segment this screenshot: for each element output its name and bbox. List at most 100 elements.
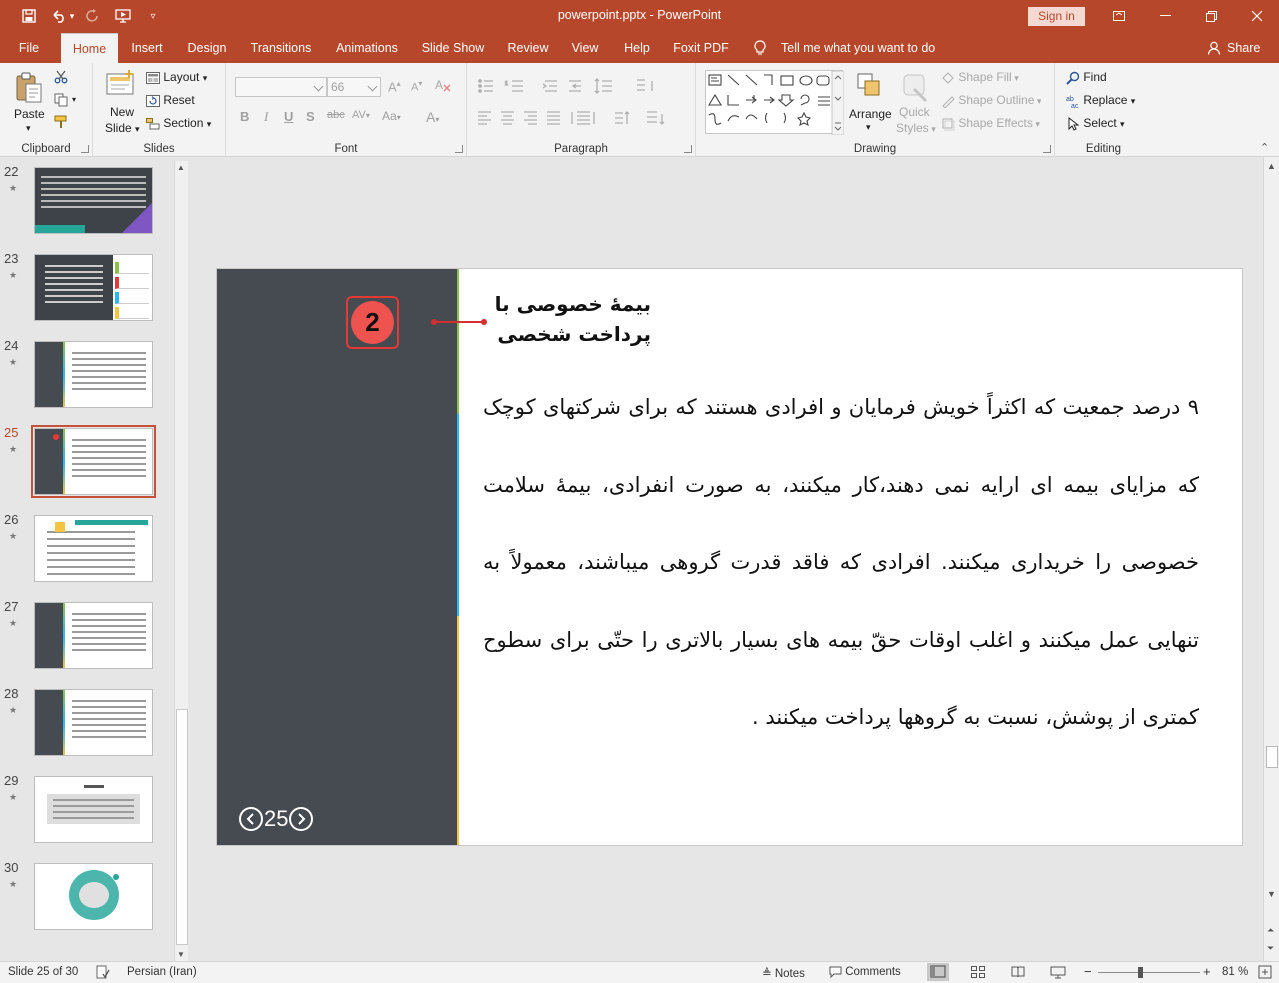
tell-me-search[interactable]: Tell me what you want to do — [781, 33, 935, 63]
paste-button[interactable]: Paste — [14, 107, 45, 121]
clear-formatting-icon[interactable]: A — [434, 77, 452, 96]
zoom-slider-handle[interactable] — [1138, 967, 1143, 978]
comments-button[interactable]: Comments — [829, 966, 901, 978]
zoom-in-icon[interactable]: + — [1203, 964, 1211, 979]
tab-design[interactable]: Design — [182, 33, 232, 63]
drawing-launcher-icon[interactable] — [1043, 145, 1051, 153]
shrink-font-icon[interactable]: A▾ — [411, 79, 422, 94]
scroll-down-icon[interactable]: ▼ — [1267, 889, 1276, 899]
scroll-down-icon[interactable]: ▼ — [177, 950, 185, 959]
slide-scroll-thumb[interactable] — [1266, 746, 1278, 768]
font-launcher-icon[interactable] — [455, 145, 463, 153]
minimize-icon[interactable] — [1153, 5, 1177, 27]
slide-thumbnail[interactable] — [31, 425, 156, 498]
shape-outline-button[interactable]: Shape Outline ▾ — [941, 93, 1041, 108]
quick-styles-label-1[interactable]: Quick — [899, 105, 930, 119]
paste-dropdown-icon[interactable]: ▾ — [26, 123, 31, 134]
tab-foxit-pdf[interactable]: Foxit PDF — [670, 33, 732, 63]
tab-transitions[interactable]: Transitions — [245, 33, 317, 63]
number-badge[interactable]: 2 — [346, 296, 399, 349]
current-slide[interactable]: 2 بیمۀ خصوصی با پرداخت شخصی ۹ درصد جمعیت… — [216, 268, 1243, 846]
tab-file[interactable]: File — [8, 33, 50, 63]
underline-icon[interactable]: U — [284, 109, 293, 124]
tab-view[interactable]: View — [567, 33, 603, 63]
thumbnail-scrollbar[interactable]: ▲ ▼ — [174, 161, 188, 961]
find-button[interactable]: Find — [1066, 70, 1107, 85]
font-size-combo[interactable]: 66 — [327, 77, 381, 97]
close-icon[interactable] — [1245, 5, 1269, 27]
new-slide-label-1[interactable]: New — [110, 105, 134, 119]
clipboard-launcher-icon[interactable] — [81, 145, 89, 153]
zoom-out-icon[interactable]: − — [1084, 964, 1092, 979]
tab-insert[interactable]: Insert — [126, 33, 168, 63]
next-slide-arrow-icon[interactable]: ⏷ — [1267, 943, 1274, 954]
normal-view-icon[interactable] — [927, 963, 949, 981]
slide-heading[interactable]: بیمۀ خصوصی با پرداخت شخصی — [487, 289, 651, 349]
slide-thumbnail[interactable] — [34, 515, 153, 582]
scroll-up-icon[interactable]: ▲ — [177, 163, 185, 172]
copy-dropdown-icon[interactable]: ▾ — [72, 95, 76, 104]
reset-button[interactable]: Reset — [146, 93, 195, 107]
bold-icon[interactable]: B — [240, 109, 249, 124]
slide-body-text[interactable]: ۹ درصد جمعیت که اکثراً خویش فرمایان و اف… — [483, 369, 1199, 757]
shapes-gallery[interactable] — [705, 70, 845, 136]
zoom-level[interactable]: 81 % — [1222, 966, 1248, 978]
language-indicator[interactable]: Persian (Iran) — [127, 966, 197, 978]
slide-thumbnail[interactable] — [34, 167, 153, 234]
slide-sorter-icon[interactable] — [971, 966, 985, 981]
next-slide-icon[interactable] — [289, 807, 314, 831]
ribbon-display-options-icon[interactable] — [1107, 5, 1131, 27]
share-button[interactable]: Share — [1227, 33, 1260, 63]
slide-show-view-icon[interactable] — [1050, 966, 1066, 982]
restore-icon[interactable] — [1199, 5, 1223, 27]
italic-icon[interactable]: I — [264, 109, 268, 125]
quick-styles-button[interactable]: Styles ▾ — [896, 121, 936, 135]
section-button[interactable]: Section ▾ — [146, 116, 211, 130]
layout-button[interactable]: Layout ▾ — [146, 70, 207, 84]
reading-view-icon[interactable] — [1011, 966, 1025, 981]
spelling-check-icon[interactable] — [96, 965, 110, 982]
tab-animations[interactable]: Animations — [330, 33, 404, 63]
collapse-ribbon-icon[interactable]: ⌃ — [1260, 141, 1269, 154]
new-slide-button[interactable]: Slide ▾ — [105, 121, 140, 135]
scroll-up-icon[interactable]: ▲ — [1267, 161, 1276, 171]
arrange-icon[interactable] — [855, 71, 887, 103]
tab-review[interactable]: Review — [502, 33, 554, 63]
shape-fill-button[interactable]: Shape Fill ▾ — [941, 70, 1019, 85]
notes-button[interactable]: ≜ Notes — [762, 966, 805, 980]
grow-font-icon[interactable]: A▴ — [388, 79, 401, 94]
copy-icon[interactable] — [54, 93, 68, 110]
slide-thumbnail[interactable] — [34, 254, 153, 321]
cut-icon[interactable] — [54, 70, 68, 87]
share-person-icon[interactable] — [1207, 41, 1221, 58]
paragraph-top-icons[interactable]: 1 — [477, 77, 687, 97]
change-case-icon[interactable]: Aa▾ — [382, 109, 401, 123]
slide-thumbnail[interactable] — [34, 863, 153, 930]
slide-vertical-scrollbar[interactable]: ▲ ▼ ⏶ ⏷ — [1263, 157, 1279, 961]
zoom-slider[interactable] — [1098, 967, 1200, 978]
fit-to-window-icon[interactable] — [1258, 965, 1272, 982]
shape-effects-button[interactable]: Shape Effects ▾ — [941, 116, 1040, 131]
tab-slide-show[interactable]: Slide Show — [418, 33, 488, 63]
font-color-icon[interactable]: A▾ — [426, 109, 439, 125]
paste-icon[interactable] — [13, 71, 45, 103]
slide-thumbnail[interactable] — [34, 776, 153, 843]
arrange-dropdown-icon[interactable]: ▾ — [866, 122, 871, 133]
paragraph-bottom-icons[interactable] — [477, 109, 687, 129]
font-name-combo[interactable] — [235, 77, 327, 97]
slide-thumbnail[interactable] — [34, 341, 153, 408]
select-button[interactable]: Select ▾ — [1066, 116, 1125, 131]
sign-in-button[interactable]: Sign in — [1028, 7, 1085, 26]
tab-help[interactable]: Help — [617, 33, 657, 63]
previous-slide-icon[interactable] — [239, 807, 263, 831]
format-painter-icon[interactable] — [54, 115, 68, 132]
text-shadow-icon[interactable]: S — [306, 109, 315, 124]
thumbnail-scroll-thumb[interactable] — [176, 709, 188, 945]
tab-home[interactable]: Home — [61, 33, 118, 63]
previous-slide-arrow-icon[interactable]: ⏶ — [1267, 925, 1274, 936]
quick-styles-icon[interactable] — [900, 71, 932, 103]
arrange-button[interactable]: Arrange — [849, 107, 892, 121]
replace-button[interactable]: ab ac Replace ▾ — [1066, 93, 1135, 108]
strikethrough-icon[interactable]: abc — [327, 109, 345, 121]
slide-thumbnail[interactable] — [34, 689, 153, 756]
